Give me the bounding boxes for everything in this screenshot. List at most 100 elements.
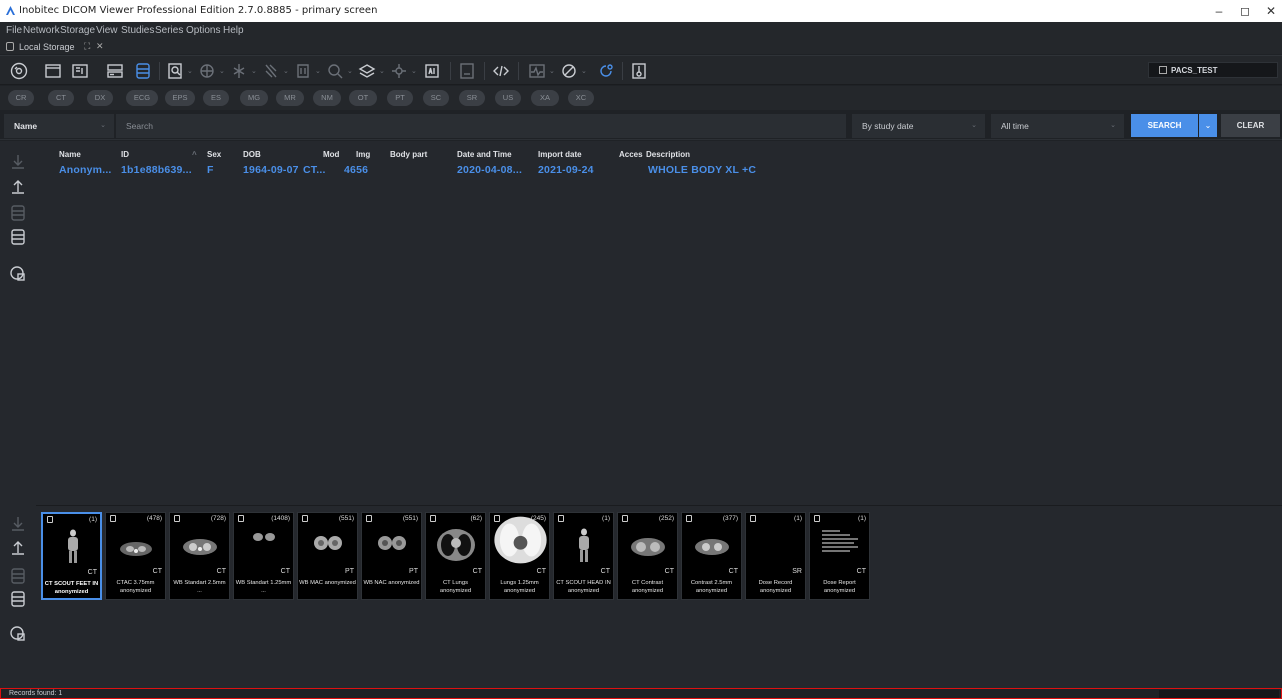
close-button[interactable]: ✕ (1258, 3, 1282, 19)
chevron-down-icon[interactable]: ⌄ (315, 67, 321, 75)
series-thumbnail[interactable]: (1) CT Dose Report anonymized (809, 512, 870, 600)
column-header-body-part[interactable]: Body part (390, 150, 427, 159)
series-thumbnail[interactable]: (551) PT WB MAC anonymized (297, 512, 358, 600)
menu-studies[interactable]: Studies (121, 25, 154, 36)
chevron-down-icon[interactable]: ⌄ (379, 67, 385, 75)
tab-local-storage[interactable]: Local Storage ⛶ ✕ (4, 40, 116, 54)
column-header-description[interactable]: Description (646, 150, 690, 159)
modality-chip[interactable]: ECG (126, 90, 158, 106)
menu-file[interactable]: File (6, 25, 22, 36)
modality-chip[interactable]: US (495, 90, 521, 106)
series-thumbnail[interactable]: (478) CT CTAC 3.75mm anonymized (105, 512, 166, 600)
series-thumbnail[interactable]: (252) CT CT Contrast anonymized (617, 512, 678, 600)
series-thumbnail[interactable]: (551) PT WB NAC anonymized (361, 512, 422, 600)
chevron-down-icon[interactable]: ⌄ (187, 67, 193, 75)
storage-icon[interactable] (9, 228, 27, 246)
spine-icon[interactable] (260, 60, 282, 82)
series-thumbnail[interactable]: (1) CT CT SCOUT HEAD IN anonymized (553, 512, 614, 600)
send-to-pacs-icon[interactable] (9, 625, 27, 643)
menu-help[interactable]: Help (223, 25, 244, 36)
column-header-sex[interactable]: Sex (207, 150, 221, 159)
modality-chip[interactable]: OT (349, 90, 377, 106)
upload-icon[interactable] (9, 538, 27, 556)
add-to-storage-icon[interactable] (9, 567, 27, 585)
menu-network[interactable]: Network (23, 25, 60, 36)
series-thumbnail[interactable]: (728) CT WB Standart 2.5mm ... (169, 512, 230, 600)
chevron-down-icon[interactable]: ⌄ (283, 67, 289, 75)
modality-chip[interactable]: SC (423, 90, 449, 106)
date-mode-select[interactable]: By study date ⌄ (852, 114, 985, 138)
maximize-button[interactable]: ◻ (1232, 3, 1258, 19)
search-options-chevron-icon[interactable]: ⌄ (1199, 114, 1217, 137)
disc-icon[interactable] (8, 60, 30, 82)
modality-chip[interactable]: EPS (165, 90, 195, 106)
column-header-import-date[interactable]: Import date (538, 150, 582, 159)
modality-chip[interactable]: CT (48, 90, 74, 106)
modality-chip[interactable]: CR (8, 90, 34, 106)
code-icon[interactable] (490, 60, 512, 82)
modality-chip[interactable]: NM (313, 90, 341, 106)
add-to-storage-icon[interactable] (9, 204, 27, 222)
series-thumbnail[interactable]: (62) CT CT Lungs anonymized (425, 512, 486, 600)
download-icon[interactable] (9, 515, 27, 533)
search-button[interactable]: SEARCH (1131, 114, 1198, 137)
column-header-acces[interactable]: Acces (619, 150, 643, 159)
modality-chip[interactable]: ES (203, 90, 229, 106)
series-thumbnail[interactable]: (377) CT Contrast 2.5mm anonymized (681, 512, 742, 600)
local-storage-icon[interactable] (132, 60, 154, 82)
send-to-pacs-icon[interactable] (9, 265, 27, 283)
pacs-server-icon[interactable] (104, 60, 126, 82)
column-header-name[interactable]: Name (59, 150, 81, 159)
study-viewer-icon[interactable] (165, 60, 187, 82)
column-header-dob[interactable]: DOB (243, 150, 261, 159)
modality-chip[interactable]: XA (531, 90, 559, 106)
chevron-down-icon[interactable]: ⌄ (411, 67, 417, 75)
search-field-selector[interactable]: Name ⌄ (4, 114, 114, 138)
column-header-mod[interactable]: Mod (323, 150, 339, 159)
ai-icon[interactable] (421, 60, 443, 82)
chevron-down-icon[interactable]: ⌄ (549, 67, 555, 75)
modality-chip[interactable]: SR (459, 90, 485, 106)
modality-chip[interactable]: XC (568, 90, 594, 106)
column-header-date-time[interactable]: Date and Time (457, 150, 512, 159)
column-header-id[interactable]: ID (121, 150, 129, 159)
ecg-icon[interactable] (526, 60, 548, 82)
upload-icon[interactable] (9, 177, 27, 195)
colon-icon[interactable] (292, 60, 314, 82)
modality-chip[interactable]: MR (276, 90, 304, 106)
minimize-button[interactable]: – (1206, 3, 1232, 19)
chevron-down-icon[interactable]: ⌄ (581, 67, 587, 75)
tab-close-icon[interactable]: ✕ (96, 41, 104, 52)
clear-button[interactable]: CLEAR (1221, 114, 1280, 137)
chevron-down-icon[interactable]: ⌄ (251, 67, 257, 75)
open-dicomdir-icon[interactable] (69, 60, 91, 82)
menu-view[interactable]: View (96, 25, 118, 36)
open-folder-icon[interactable] (42, 60, 64, 82)
chevron-down-icon[interactable]: ⌄ (347, 67, 353, 75)
series-thumbnail[interactable]: (1) CT CT SCOUT FEET IN anonymized (41, 512, 102, 600)
refresh-search-icon[interactable] (595, 60, 617, 82)
menu-storage[interactable]: Storage (60, 25, 95, 36)
column-header-img[interactable]: Img (356, 150, 370, 159)
series-thumbnail[interactable]: (1) SR Dose Record anonymized (745, 512, 806, 600)
menu-series[interactable]: Series (155, 25, 183, 36)
search-ai-icon[interactable] (324, 60, 346, 82)
download-icon[interactable] (9, 153, 27, 171)
modality-chip[interactable]: PT (387, 90, 413, 106)
anonymize-icon[interactable] (558, 60, 580, 82)
report-icon[interactable] (456, 60, 478, 82)
series-thumbnail[interactable]: (245) CT Lungs 1.25mm anonymized (489, 512, 550, 600)
modality-chip[interactable]: MG (240, 90, 268, 106)
3d-viewer-icon[interactable] (196, 60, 218, 82)
thermometer-icon[interactable] (628, 60, 650, 82)
layers-icon[interactable] (356, 60, 378, 82)
time-range-select[interactable]: All time ⌄ (991, 114, 1124, 138)
series-thumbnail[interactable]: (1408) CT WB Standart 1.25mm ... (233, 512, 294, 600)
chevron-down-icon[interactable]: ⌄ (219, 67, 225, 75)
molecule-icon[interactable] (388, 60, 410, 82)
vessel-icon[interactable] (228, 60, 250, 82)
search-input[interactable]: Search (116, 114, 846, 138)
pacs-selector[interactable]: PACS_TEST (1148, 62, 1278, 78)
storage-icon[interactable] (9, 590, 27, 608)
float-icon[interactable]: ⛶ (84, 41, 90, 52)
